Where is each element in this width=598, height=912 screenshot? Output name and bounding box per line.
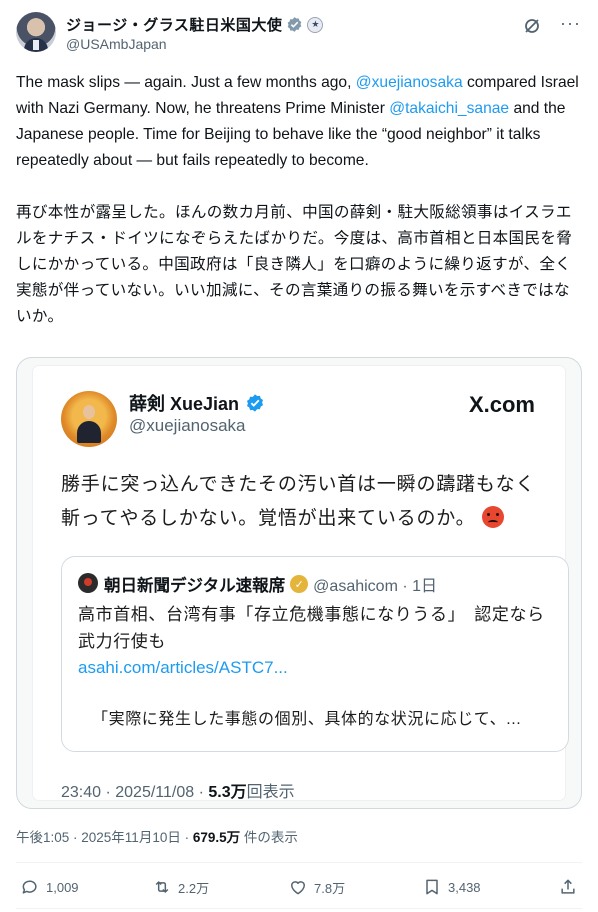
divider — [16, 862, 582, 863]
grok-icon[interactable] — [522, 16, 542, 36]
attached-image[interactable]: 薛剣 XueJian @xuejianosaka X.com 勝手に突っ込んでき… — [16, 357, 582, 809]
share-button[interactable] — [558, 877, 578, 897]
heart-icon — [291, 881, 305, 895]
nested-quoted-post: 朝日新聞デジタル速報席 ✓ @asahicom · 1日 高市首相、台湾有事「存… — [61, 556, 569, 752]
angry-face-emoji-icon — [481, 506, 504, 528]
quoted-author-avatar — [61, 391, 117, 447]
share-icon — [561, 879, 575, 894]
government-seal-icon: ★ — [307, 16, 324, 33]
mention-xuejianosaka-link[interactable]: @xuejianosaka — [356, 74, 463, 91]
tweet-body: The mask slips — again. Just a few month… — [16, 70, 584, 330]
quoted-post-views-label: 回表示 — [246, 784, 295, 801]
bookmark-icon — [426, 879, 438, 895]
author-handle[interactable]: @USAmbJapan — [66, 36, 167, 52]
post-views-count: 679.5万 — [192, 830, 241, 845]
author-display-name[interactable]: ジョージ・グラス駐日米国大使 — [66, 14, 282, 35]
author-name-row: ジョージ・グラス駐日米国大使 ★ — [66, 14, 324, 35]
nested-author-name: 朝日新聞デジタル速報席 — [104, 577, 286, 595]
quoted-author-handle: @xuejianosaka — [129, 416, 246, 435]
tweet-text-en: The mask slips — again. Just a few month… — [16, 70, 584, 174]
post-views-label: 件の表示 — [240, 830, 298, 845]
mention-takaichi-link[interactable]: @takaichi_sanae — [389, 100, 509, 117]
divider — [16, 908, 582, 909]
like-count: 7.8万 — [314, 880, 346, 896]
author-avatar[interactable] — [16, 12, 56, 52]
more-options-icon[interactable]: ··· — [560, 14, 580, 36]
post-metadata: 午後1:05 · 2025年11月10日 · 679.5万 件の表示 — [16, 826, 298, 846]
repost-count: 2.2万 — [178, 880, 210, 896]
post-time[interactable]: 午後1:05 · 2025年11月10日 · — [16, 830, 193, 845]
nested-author-meta: @asahicom · 1日 — [313, 578, 438, 595]
nested-post-excerpt: 「実際に発生した事態の個別、具体的な状況に応じて、... — [92, 711, 522, 728]
bookmark-button[interactable]: 3,438 — [422, 877, 481, 897]
tweet-header: ジョージ・グラス駐日米国大使 ★ @USAmbJapan ··· — [16, 12, 582, 56]
quoted-post-text: 勝手に突っ込んできたその汚い首は一瞬の躊躇もなく斬ってやるしかない。覚悟が出来て… — [61, 468, 551, 536]
reply-count: 1,009 — [46, 879, 79, 895]
gold-verified-badge-icon: ✓ — [290, 575, 309, 593]
nested-author-row: 朝日新聞デジタル速報席 ✓ @asahicom · 1日 — [104, 572, 437, 596]
verified-badge-icon — [247, 394, 264, 412]
xcom-brand-label: X.com — [468, 392, 535, 417]
verified-badge-icon — [288, 17, 302, 32]
quoted-post-text-body: 勝手に突っ込んできたその汚い首は一瞬の躊躇もなく斬ってやるしかない。覚悟が出来て… — [61, 474, 536, 529]
asahi-avatar — [78, 573, 98, 593]
nested-post-text: 高市首相、台湾有事「存立危機事態になりうる」 認定なら武力行使も — [78, 605, 545, 651]
repost-icon — [155, 881, 169, 893]
repost-button[interactable]: 2.2万 — [152, 877, 209, 897]
like-button[interactable]: 7.8万 — [288, 877, 345, 897]
quoted-post-views: 5.3万 — [208, 784, 247, 801]
tweet-text-jp: 再び本性が露呈した。ほんの数カ月前、中国の薛剣・駐大阪総領事はイスラエルをナチス… — [16, 204, 573, 325]
bookmark-count: 3,438 — [448, 879, 481, 895]
quoted-post-screenshot: 薛剣 XueJian @xuejianosaka X.com 勝手に突っ込んでき… — [33, 366, 569, 802]
quoted-author-name: 薛剣 XueJian — [129, 394, 240, 414]
reply-button[interactable]: 1,009 — [20, 877, 79, 897]
quoted-post-time: 23:40 · 2025/11/08 · — [61, 784, 209, 801]
nested-post-link: asahi.com/articles/ASTC7... — [78, 658, 288, 677]
action-bar: 1,009 2.2万 7.8万 3,438 — [16, 874, 582, 900]
text-segment: The mask slips — again. Just a few month… — [16, 74, 356, 91]
quoted-post-footer: 23:40 · 2025/11/08 · 5.3万回表示 — [61, 778, 295, 802]
reply-icon — [22, 880, 37, 894]
quoted-author-name-row: 薛剣 XueJian — [129, 390, 265, 416]
